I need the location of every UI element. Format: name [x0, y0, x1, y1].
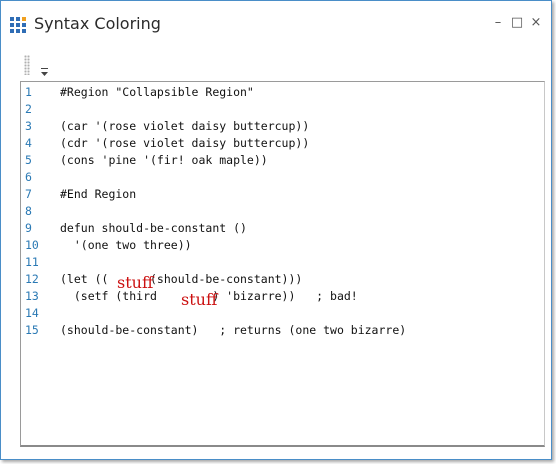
toolbar-overflow-icon[interactable]	[41, 67, 49, 77]
code-text: (cdr '(rose violet daisy buttercup))	[60, 136, 310, 150]
line-number: 2	[25, 102, 32, 116]
code-editor[interactable]: 1 #Region "Collapsible Region" 2 3 (car '(ro…	[20, 81, 545, 447]
syntax-coloring-window: Syntax Coloring – □ × 1 #Region "Collapsi…	[0, 0, 552, 460]
line-number: 8	[25, 204, 32, 218]
overlay-annotation: stuff	[181, 290, 218, 309]
code-text: defun should-be-constant ()	[60, 221, 247, 235]
editor-line[interactable]: 8	[21, 203, 544, 220]
editor-line[interactable]: 3 (car '(rose violet daisy buttercup))	[21, 118, 544, 135]
close-button[interactable]: ×	[527, 12, 545, 34]
maximize-button[interactable]: □	[508, 12, 526, 34]
grip-icon[interactable]	[24, 55, 30, 75]
line-number: 3	[25, 119, 32, 133]
line-number: 14	[25, 306, 39, 320]
editor-line[interactable]: 2	[21, 101, 544, 118]
code-text: #End Region	[60, 187, 137, 201]
code-text: (cons 'pine '(fir! oak maple))	[60, 153, 268, 167]
editor-toolbar	[20, 51, 60, 79]
line-number: 11	[25, 255, 39, 269]
code-text: (car '(rose violet daisy buttercup))	[60, 119, 310, 133]
editor-line[interactable]: 14	[21, 305, 544, 322]
line-number: 6	[25, 170, 32, 184]
editor-line[interactable]: 1 #Region "Collapsible Region"	[21, 84, 544, 101]
line-number: 10	[25, 238, 39, 252]
code-text: '(one two three))	[60, 238, 192, 252]
editor-line[interactable]: 4 (cdr '(rose violet daisy buttercup))	[21, 135, 544, 152]
editor-line[interactable]: 7 #End Region	[21, 186, 544, 203]
editor-line[interactable]: 11	[21, 254, 544, 271]
editor-line[interactable]: 9 defun should-be-constant ()	[21, 220, 544, 237]
editor-line[interactable]: 15 (should-be-constant) ; returns (one tw…	[21, 322, 544, 339]
editor-line[interactable]: 12 (let (( (should-be-constant)))	[21, 271, 544, 288]
line-number: 4	[25, 136, 32, 150]
line-number: 12	[25, 272, 39, 286]
editor-line[interactable]: 5 (cons 'pine '(fir! oak maple))	[21, 152, 544, 169]
line-number: 9	[25, 221, 32, 235]
overlay-annotation: stuff	[117, 273, 154, 292]
title-bar[interactable]: Syntax Coloring – □ ×	[1, 1, 551, 47]
app-grid-icon	[10, 17, 26, 33]
line-number: 7	[25, 187, 32, 201]
line-number: 1	[25, 85, 32, 99]
window-title: Syntax Coloring	[34, 14, 161, 33]
line-number: 5	[25, 153, 32, 167]
code-text: (let (( (should-be-constant)))	[60, 272, 303, 286]
minimize-button[interactable]: –	[489, 12, 507, 34]
code-text: #Region "Collapsible Region"	[60, 85, 254, 99]
editor-line[interactable]: 6	[21, 169, 544, 186]
editor-line[interactable]: 10 '(one two three))	[21, 237, 544, 254]
line-number: 15	[25, 323, 39, 337]
code-text: (should-be-constant) ; returns (one two …	[60, 323, 407, 337]
line-number: 13	[25, 289, 39, 303]
editor-line[interactable]: 13 (setf (third ) 'bizarre)) ; bad!	[21, 288, 544, 305]
